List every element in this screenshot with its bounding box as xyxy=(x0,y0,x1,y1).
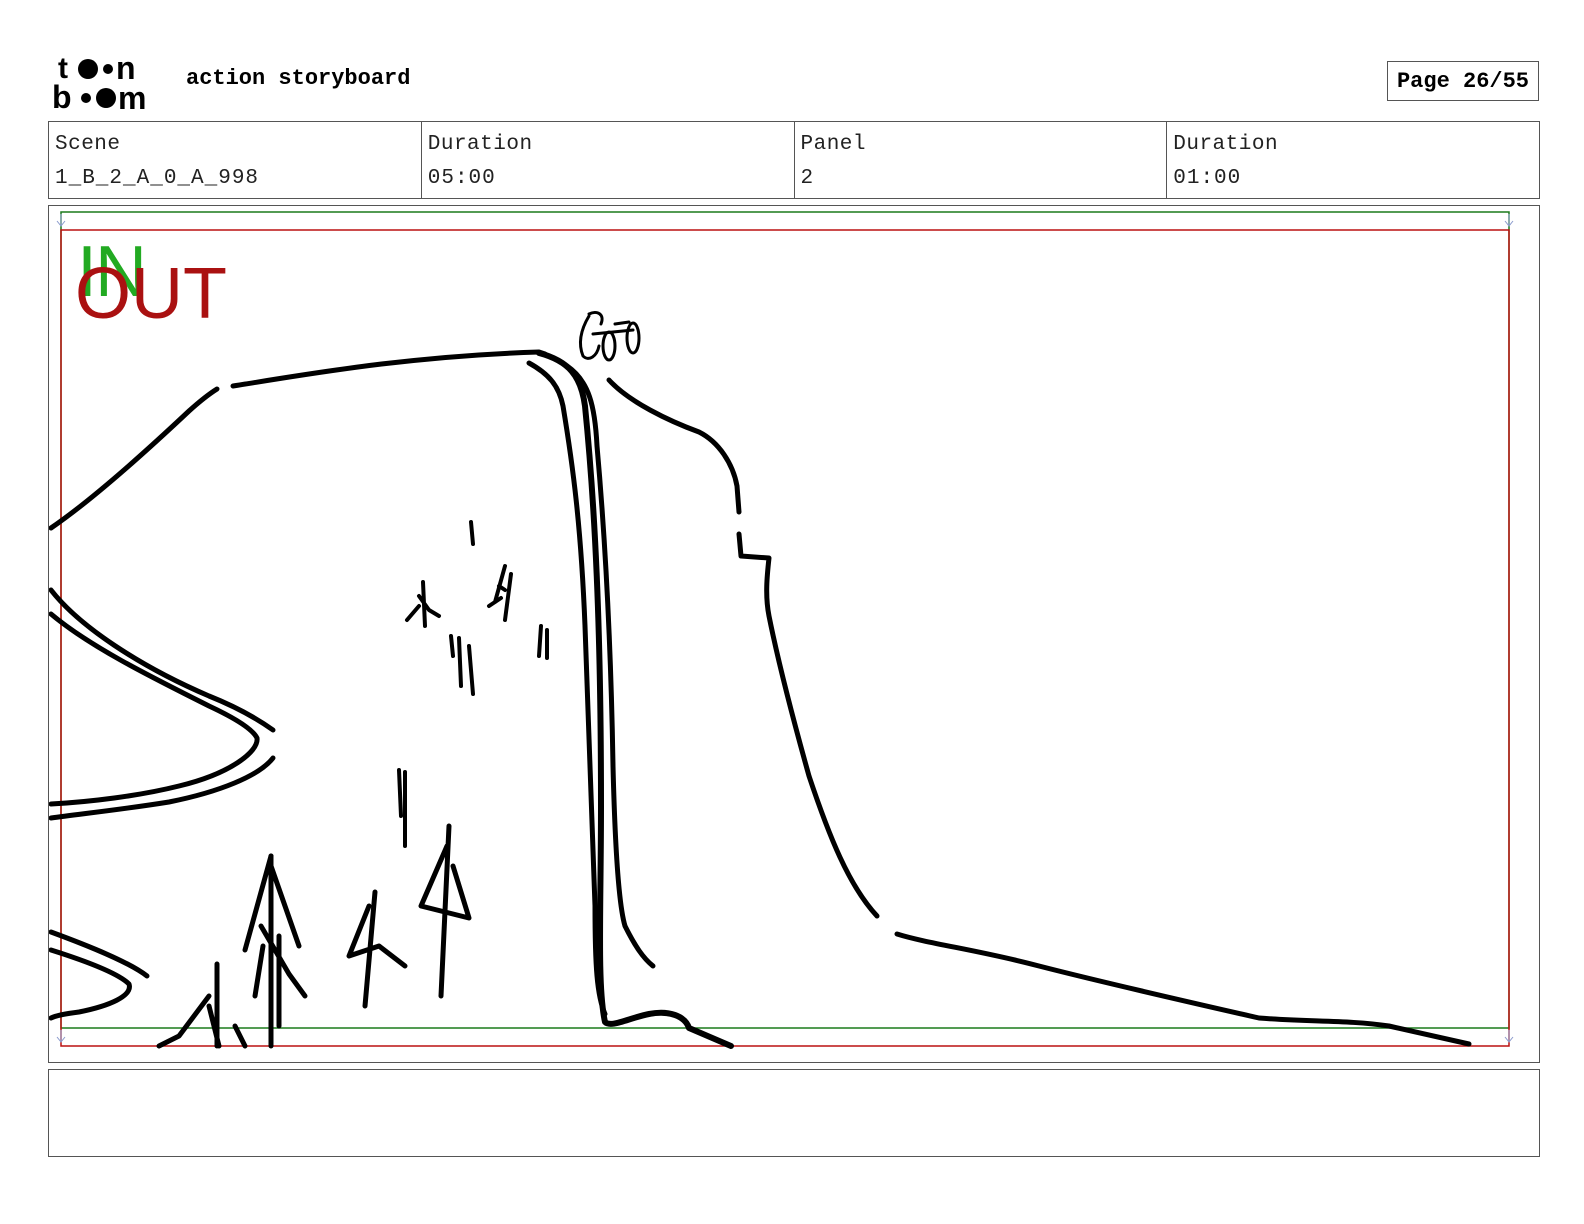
scene-value: 1_B_2_A_0_A_998 xyxy=(55,167,260,190)
svg-text:b: b xyxy=(52,79,72,112)
scene-duration-value: 05:00 xyxy=(427,167,496,190)
notes-area[interactable] xyxy=(48,1069,1540,1157)
panel-duration-label: Duration xyxy=(1173,133,1279,156)
svg-text:m: m xyxy=(118,80,146,112)
corner-arrows xyxy=(56,214,1514,1043)
scene-cell: Scene 1_B_2_A_0_A_998 xyxy=(49,122,422,198)
panel-label: Panel xyxy=(800,133,867,156)
scene-label: Scene xyxy=(55,133,121,156)
scene-duration-cell: Duration 05:00 xyxy=(422,122,795,198)
panel-duration-cell: Duration 01:00 xyxy=(1167,122,1539,198)
document-title: action storyboard xyxy=(186,66,411,91)
page-indicator: Page 26/55 xyxy=(1387,61,1539,101)
panel-value: 2 xyxy=(800,167,815,190)
hill-outline xyxy=(49,386,220,531)
toonboom-logo: t n b m xyxy=(52,52,146,112)
out-marker: OUT xyxy=(75,254,227,334)
scene-info-table: Scene 1_B_2_A_0_A_998 Duration 05:00 Pan… xyxy=(48,121,1540,199)
panel-duration-value: 01:00 xyxy=(1173,167,1242,190)
in-safe-frame xyxy=(60,211,1510,1029)
trail xyxy=(49,587,276,733)
distant-trees xyxy=(397,520,549,848)
panel-sketch xyxy=(49,211,1514,1049)
pine-trees xyxy=(156,823,472,1049)
storyboard-panel: IN OUT xyxy=(48,205,1540,1063)
right-cliff xyxy=(606,377,742,515)
skier-figure xyxy=(579,310,641,362)
panel-cell: Panel 2 xyxy=(795,122,1168,198)
out-safe-frame xyxy=(60,229,1510,1047)
scene-duration-label: Duration xyxy=(427,133,533,156)
